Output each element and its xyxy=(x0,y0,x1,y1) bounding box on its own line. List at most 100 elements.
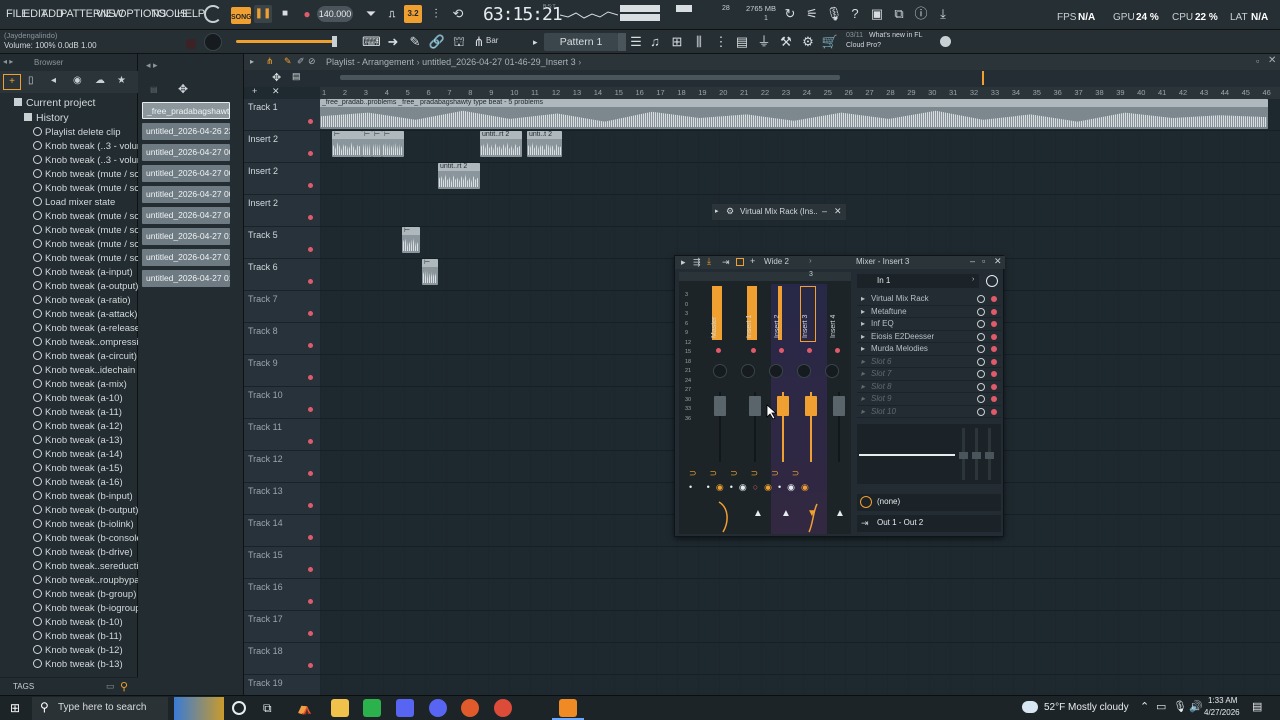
mixer-route-icon[interactable]: ⇶ xyxy=(693,257,701,268)
slot-arrow-icon[interactable]: ▸ xyxy=(861,293,865,306)
history-item[interactable]: Knob tweak..idechain hp) xyxy=(33,364,138,378)
history-item[interactable]: Knob tweak (b-group) xyxy=(33,588,138,602)
insert-3-fader[interactable] xyxy=(805,396,817,416)
track-header[interactable]: Track 12 xyxy=(244,451,320,483)
slot-enable-dot[interactable] xyxy=(991,396,997,402)
solo-ring-icon[interactable]: ◉ xyxy=(787,482,801,492)
history-item[interactable]: Knob tweak (..3 - volume) xyxy=(33,154,138,168)
mute-dot-icon[interactable]: • xyxy=(707,482,716,492)
route-icon[interactable]: ⊃ xyxy=(730,468,751,478)
mixer-record-toggle[interactable] xyxy=(736,258,744,266)
mute-dot-icon[interactable]: • xyxy=(730,482,739,492)
mixer-maximize-icon[interactable]: ▫ xyxy=(982,256,985,266)
history-item[interactable]: Knob tweak (a-mix) xyxy=(33,378,138,392)
eq-band-3-handle[interactable] xyxy=(985,452,994,459)
volume-icon[interactable]: 🔊 xyxy=(1189,700,1203,713)
track-header[interactable]: Track 10 xyxy=(244,387,320,419)
audio-clip-track5[interactable]: ⊢ xyxy=(402,227,420,253)
route-icon[interactable]: ⊃ xyxy=(792,468,813,478)
vmr-gear-icon[interactable]: ⚙ xyxy=(726,206,734,217)
eq-panel[interactable] xyxy=(857,424,1001,484)
history-item[interactable]: Knob tweak (a-13) xyxy=(33,434,138,448)
cortana-icon[interactable] xyxy=(232,701,246,715)
eq-band-1-handle[interactable] xyxy=(959,452,968,459)
mixer-icon[interactable]: ⫼ xyxy=(690,33,708,51)
solo-ring-icon[interactable]: ◉ xyxy=(764,482,778,492)
slot-enable-dot[interactable] xyxy=(991,321,997,327)
slot-mix-knob[interactable] xyxy=(977,295,985,303)
track-mute-dot[interactable] xyxy=(308,215,313,220)
master-pan-knob[interactable] xyxy=(713,364,727,378)
mute-solo-row[interactable]: • •◉•◉○◉•◉◉ xyxy=(689,482,851,494)
slot-arrow-icon[interactable]: ▸ xyxy=(861,381,865,394)
snap-select[interactable]: Bar xyxy=(486,36,532,49)
output-arrow-icon[interactable]: ⇥ xyxy=(861,518,869,529)
slot-arrow-icon[interactable]: ▸ xyxy=(861,318,865,331)
solo-ring-icon[interactable]: ◉ xyxy=(801,482,815,492)
audio-clip-b[interactable]: unti..t 2 xyxy=(527,131,562,157)
slot-mix-knob[interactable] xyxy=(977,320,985,328)
track-header[interactable]: Insert 2 xyxy=(244,195,320,227)
history-item[interactable]: Knob tweak (b-drive) xyxy=(33,546,138,560)
picker-clip[interactable]: untitled_2026-04-27 00-.. xyxy=(142,144,230,161)
audio-clip-slice[interactable]: ⊢ xyxy=(332,131,362,157)
tempo-display[interactable]: 140.000 xyxy=(317,6,353,22)
timeline-ruler[interactable]: 1 2 3 4 5 6 7 8 9 10 11 12 13 14 15 16 17 18 19 20 21 22 23 24 2… xyxy=(320,87,1280,99)
typing-keyboard-icon[interactable]: ⌨ xyxy=(362,33,381,51)
save-icon[interactable]: ▣ xyxy=(868,5,886,23)
slot-enable-dot[interactable] xyxy=(991,333,997,340)
audio-clip-slice[interactable]: ⊢ xyxy=(372,131,382,157)
history-item[interactable]: Knob tweak (b-13) xyxy=(33,658,138,672)
picker-clip[interactable]: untitled_2026-04-27 01-.. xyxy=(142,249,230,266)
playlist-paint-icon[interactable]: ✐ xyxy=(297,56,305,67)
clock-date[interactable]: 4/27/2026 xyxy=(1204,708,1240,717)
picker-clip[interactable]: _free_pradabagshawty t.. xyxy=(142,102,230,119)
history-item[interactable]: Playlist delete clip xyxy=(33,126,138,140)
playlist-close-icon[interactable]: ✕ xyxy=(1268,55,1276,66)
effect-slot[interactable]: ▸ Slot 9 xyxy=(857,393,1001,406)
history-item[interactable]: Knob tweak..ompression) xyxy=(33,336,138,350)
network-icon[interactable]: ▭ xyxy=(1156,700,1166,713)
remove-track-icon[interactable]: ✕ xyxy=(272,86,280,97)
slot-enable-dot[interactable] xyxy=(991,296,997,302)
history-item[interactable]: Knob tweak (a-10) xyxy=(33,392,138,406)
stop-button[interactable]: ■ xyxy=(276,5,294,23)
slot-mix-knob[interactable] xyxy=(977,407,985,416)
chrome-icon[interactable] xyxy=(494,699,512,717)
piano-roll-icon[interactable]: ♫ xyxy=(646,33,664,51)
audio-clip-c[interactable]: untit..rt 2 xyxy=(438,163,480,189)
track-header[interactable]: Insert 2 xyxy=(244,163,320,195)
picker-clip[interactable]: untitled_2026-04-27 00-.. xyxy=(142,186,230,203)
track-mute-dot[interactable] xyxy=(308,343,313,348)
clock-time[interactable]: 1:33 AM xyxy=(1208,696,1237,705)
insert-2-record-dot[interactable] xyxy=(779,348,784,353)
track-header[interactable]: Track 9 xyxy=(244,355,320,387)
history-item[interactable]: Knob tweak (a-attack) xyxy=(33,308,138,322)
insert-4-fader[interactable] xyxy=(833,396,845,416)
track-header[interactable]: Track 15 xyxy=(244,547,320,579)
browser-plugin-tab-icon[interactable]: ◂ xyxy=(51,75,56,86)
slot-enable-dot[interactable] xyxy=(991,358,997,365)
discord-icon[interactable] xyxy=(396,699,414,717)
mixer-view-arrow-icon[interactable]: › xyxy=(809,256,812,265)
solo-ring-icon[interactable]: ◉ xyxy=(739,482,753,492)
notifications-icon[interactable]: ▤ xyxy=(1252,700,1262,713)
send-clock-icon[interactable] xyxy=(860,496,872,508)
effect-slot[interactable]: ▸ Virtual Mix Rack xyxy=(857,293,1001,306)
slot-arrow-icon[interactable]: ▸ xyxy=(861,356,865,369)
history-item[interactable]: Knob tweak (a-release) xyxy=(33,322,138,336)
effect-slot[interactable]: ▸ Slot 6 xyxy=(857,356,1001,369)
mixer-view-selector[interactable]: Wide 2 xyxy=(764,257,789,266)
tags-search-icon[interactable]: ⚲ xyxy=(120,680,128,693)
insert-3-record-dot[interactable] xyxy=(807,348,812,353)
track-mute-dot[interactable] xyxy=(308,567,313,572)
track-header[interactable]: Track 13 xyxy=(244,483,320,515)
track-header[interactable]: Track 7 xyxy=(244,291,320,323)
windows-start-icon[interactable]: ⊞ xyxy=(10,701,24,715)
history-item[interactable]: Knob tweak (a-12) xyxy=(33,420,138,434)
history-item[interactable]: Knob tweak..roupbypass) xyxy=(33,574,138,588)
virtual-mix-rack-titlebar[interactable]: ▸ ⚙ Virtual Mix Rack (Ins.. – ✕ xyxy=(712,204,846,220)
vmr-minimize-icon[interactable]: – xyxy=(822,206,827,216)
history-item[interactable]: Knob tweak (mute / solo) xyxy=(33,168,138,182)
tree-current-project[interactable]: Current project xyxy=(14,96,138,111)
